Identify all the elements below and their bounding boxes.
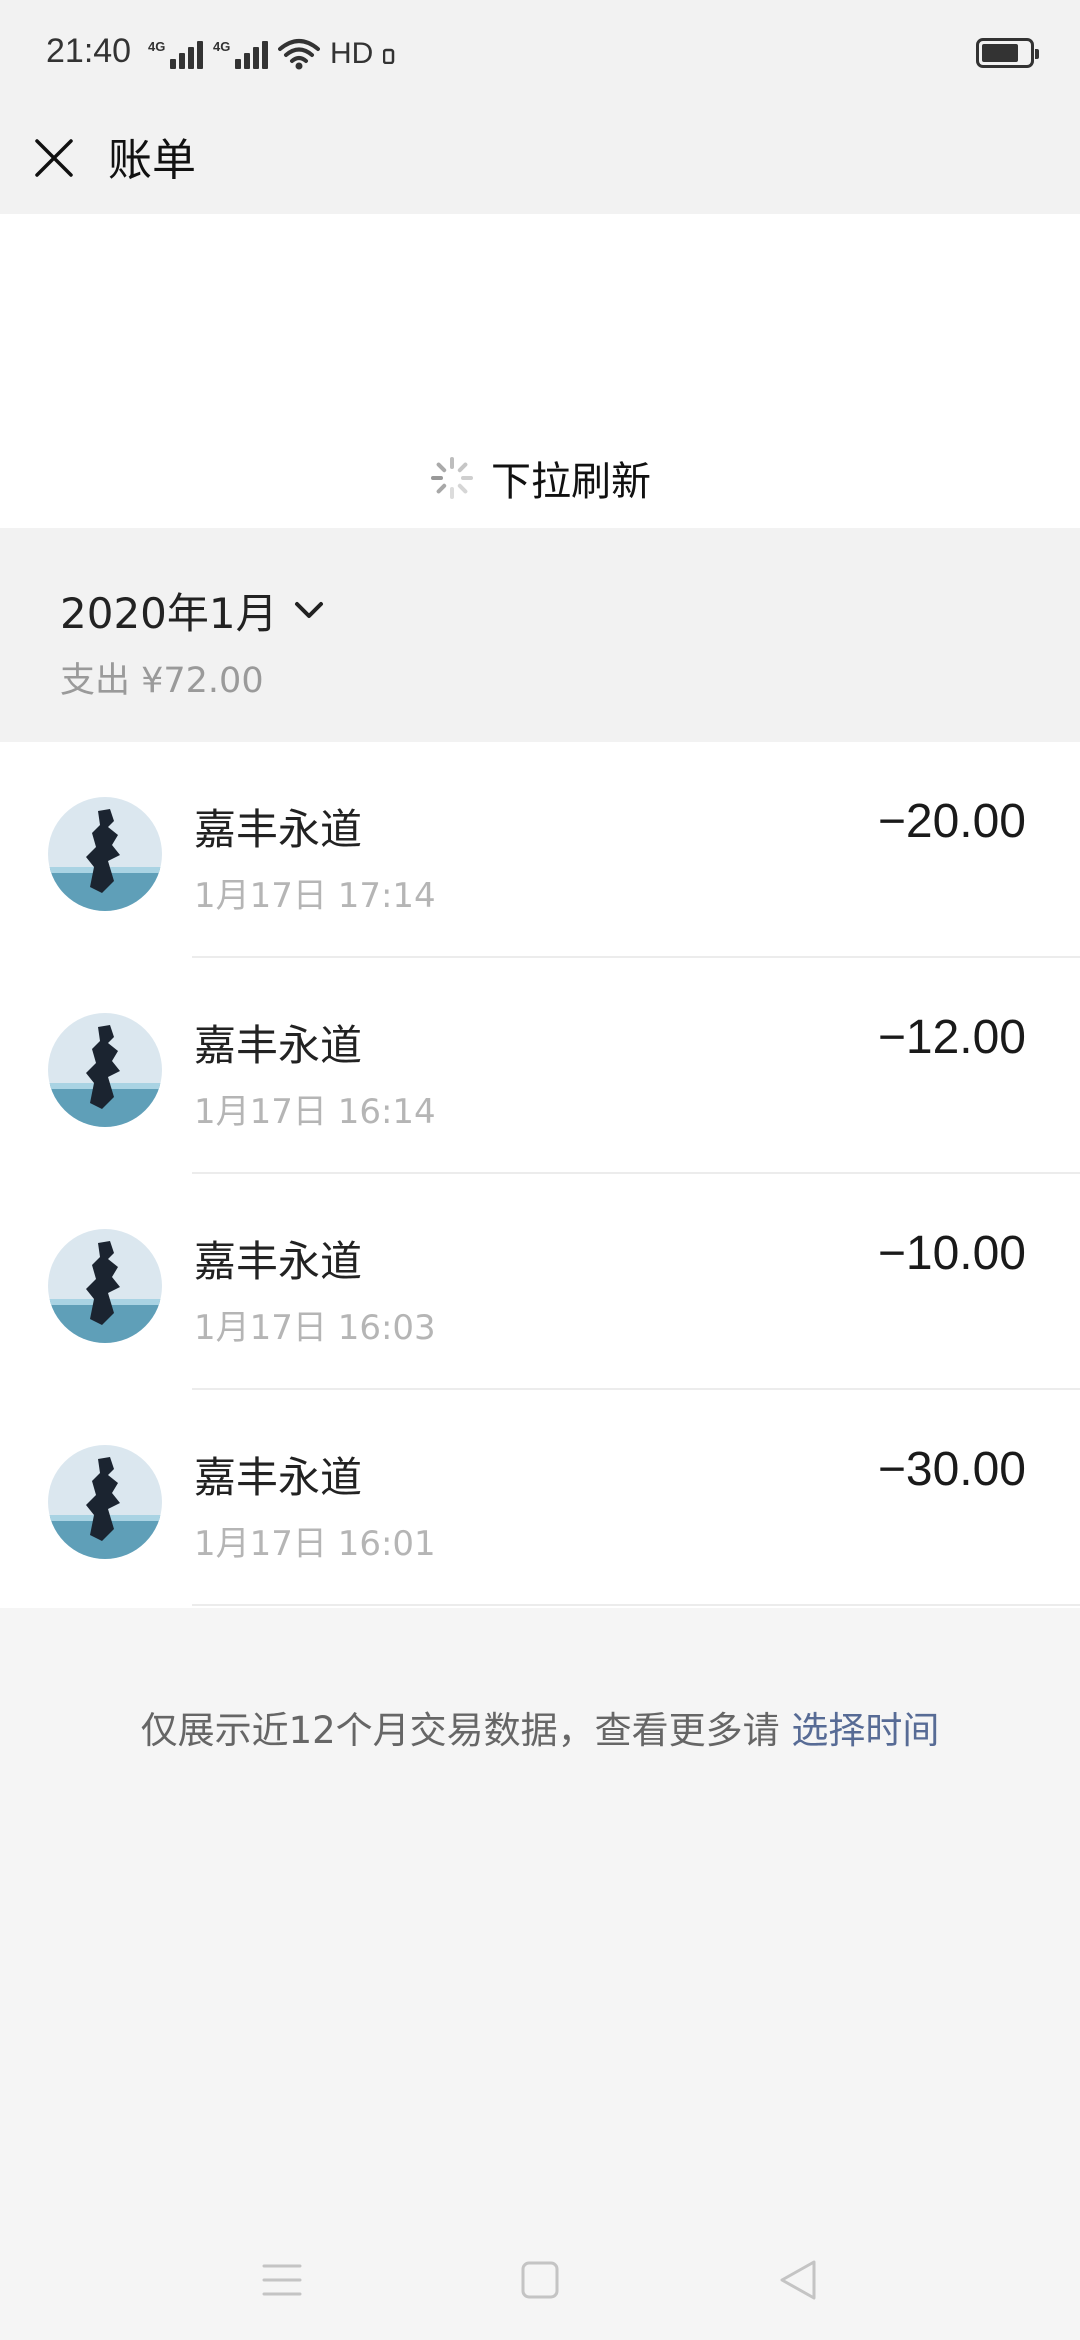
wifi-icon [278,39,320,70]
month-expense: 支出 ¥72.00 [60,661,264,701]
battery-icon [976,38,1039,68]
page-title: 账单 [108,135,196,186]
spinner-icon [431,457,473,499]
footer-note-text: 仅展示近12个月交易数据，查看更多请 [140,1709,792,1752]
hd-signal-icon [383,48,395,64]
merchant-avatar [48,1445,162,1559]
header-bar: 账单 [0,108,1080,214]
month-selector[interactable]: 2020年1月 [60,580,324,641]
row-divider [192,1604,1080,1606]
close-icon [35,139,73,177]
network-label-1: 4G [148,39,166,54]
status-time: 21:40 [46,32,132,70]
home-button[interactable] [510,2250,570,2310]
status-bar: 21:40 4G 4G HD [0,0,1080,108]
transaction-amount: −12.00 [877,1011,1026,1064]
transaction-row[interactable]: 嘉丰永道 1月17日 17:14 −20.00 [0,742,1080,958]
transaction-amount: −20.00 [877,795,1026,848]
transaction-time: 1月17日 17:14 [194,876,436,916]
transaction-row[interactable]: 嘉丰永道 1月17日 16:03 −10.00 [0,1174,1080,1390]
chevron-down-icon [294,601,323,618]
back-button[interactable] [768,2250,828,2310]
network-label-2: 4G [213,39,231,54]
hd-indicator: HD [330,37,374,70]
system-nav-bar [0,2220,1080,2340]
menu-icon [262,2264,302,2296]
merchant-avatar [48,797,162,911]
back-icon [780,2260,816,2300]
merchant-name: 嘉丰永道 [194,805,363,854]
transaction-row[interactable]: 嘉丰永道 1月17日 16:14 −12.00 [0,958,1080,1174]
select-time-link[interactable]: 选择时间 [791,1709,939,1752]
transaction-time: 1月17日 16:03 [194,1308,436,1348]
transaction-list: 嘉丰永道 1月17日 17:14 −20.00 嘉丰永道 1月17日 16:14… [0,742,1080,1608]
merchant-name: 嘉丰永道 [194,1021,363,1070]
close-button[interactable] [28,128,80,188]
month-label: 2020年1月 [60,589,278,638]
signal-icon: 4G [213,39,268,69]
menu-button[interactable] [252,2250,312,2310]
footer-note: 仅展示近12个月交易数据，查看更多请 选择时间 [0,1700,1080,1754]
merchant-avatar [48,1013,162,1127]
merchant-name: 嘉丰永道 [194,1453,363,1502]
refresh-label: 下拉刷新 [491,459,651,505]
home-icon [521,2261,559,2299]
transaction-amount: −30.00 [877,1443,1026,1496]
merchant-name: 嘉丰永道 [194,1237,363,1286]
month-section: 2020年1月 支出 ¥72.00 [0,528,1080,742]
signal-icon: 4G [148,39,203,69]
refresh-indicator: 下拉刷新 [0,450,1080,506]
status-icons: 4G 4G HD [148,34,395,74]
transaction-time: 1月17日 16:01 [194,1524,436,1564]
transaction-row[interactable]: 嘉丰永道 1月17日 16:01 −30.00 [0,1390,1080,1606]
merchant-avatar [48,1229,162,1343]
transaction-time: 1月17日 16:14 [194,1092,436,1132]
refresh-area: 下拉刷新 [0,214,1080,528]
transaction-amount: −10.00 [877,1227,1026,1280]
